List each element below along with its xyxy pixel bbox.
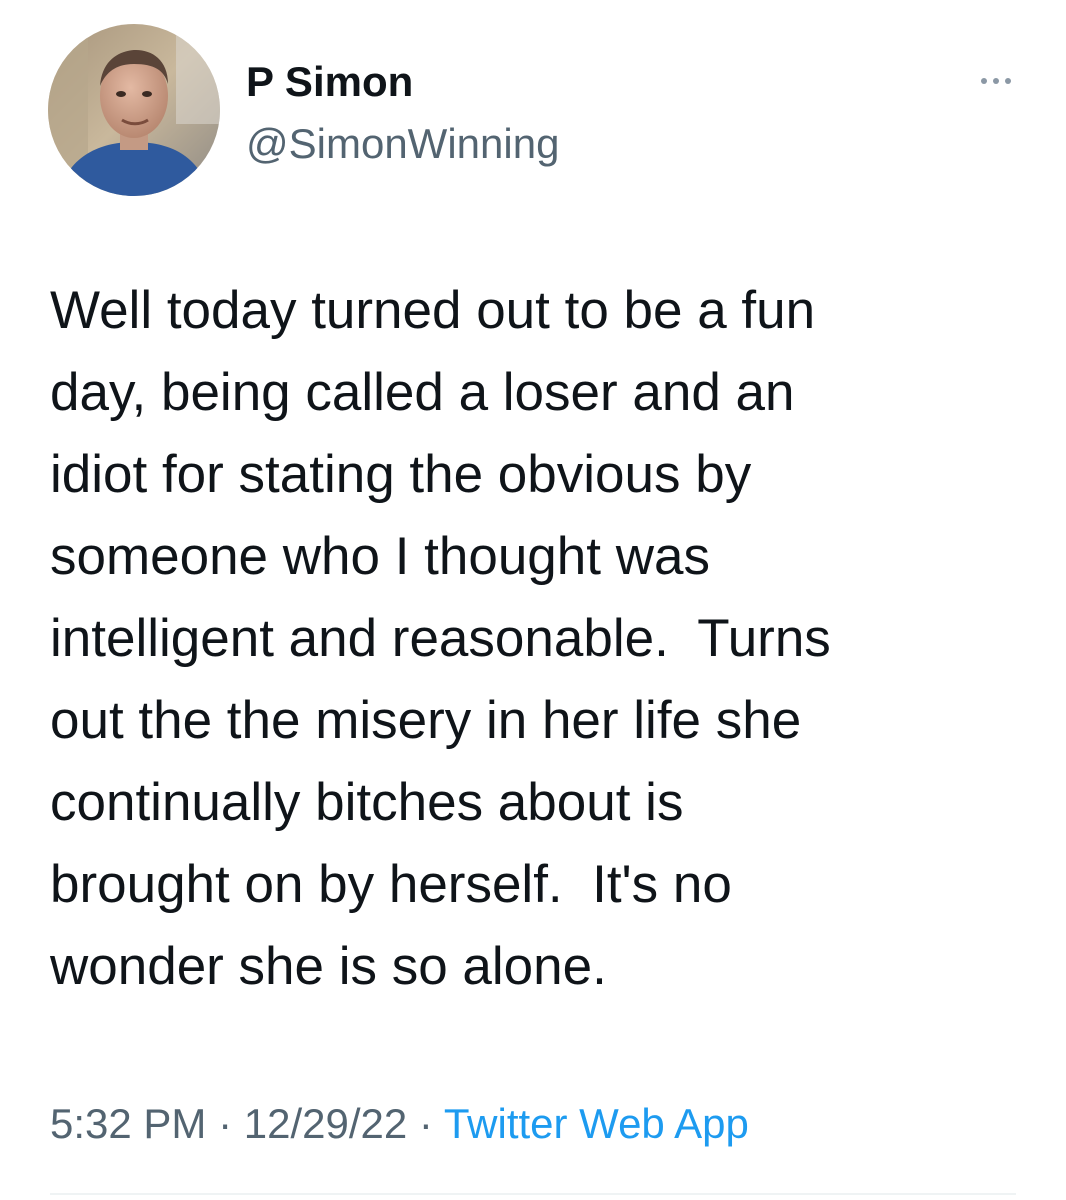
more-options-icon[interactable] [976,66,1016,96]
author-avatar[interactable] [48,24,220,196]
tweet: P Simon @SimonWinning Well today turned … [0,0,1066,1200]
tweet-source-link[interactable]: Twitter Web App [444,1100,749,1147]
profile-photo-icon [48,24,220,196]
author-handle[interactable]: @SimonWinning [246,116,559,172]
meta-separator: · [206,1100,244,1147]
tweet-meta: 5:32 PM · 12/29/22 · Twitter Web App [50,1096,749,1152]
divider [50,1193,1016,1195]
tweet-date[interactable]: 12/29/22 [244,1100,408,1147]
tweet-time[interactable]: 5:32 PM [50,1100,206,1147]
author-display-name[interactable]: P Simon [246,54,413,110]
meta-separator: · [407,1100,444,1147]
tweet-text: Well today turned out to be a fun day, b… [50,281,831,996]
